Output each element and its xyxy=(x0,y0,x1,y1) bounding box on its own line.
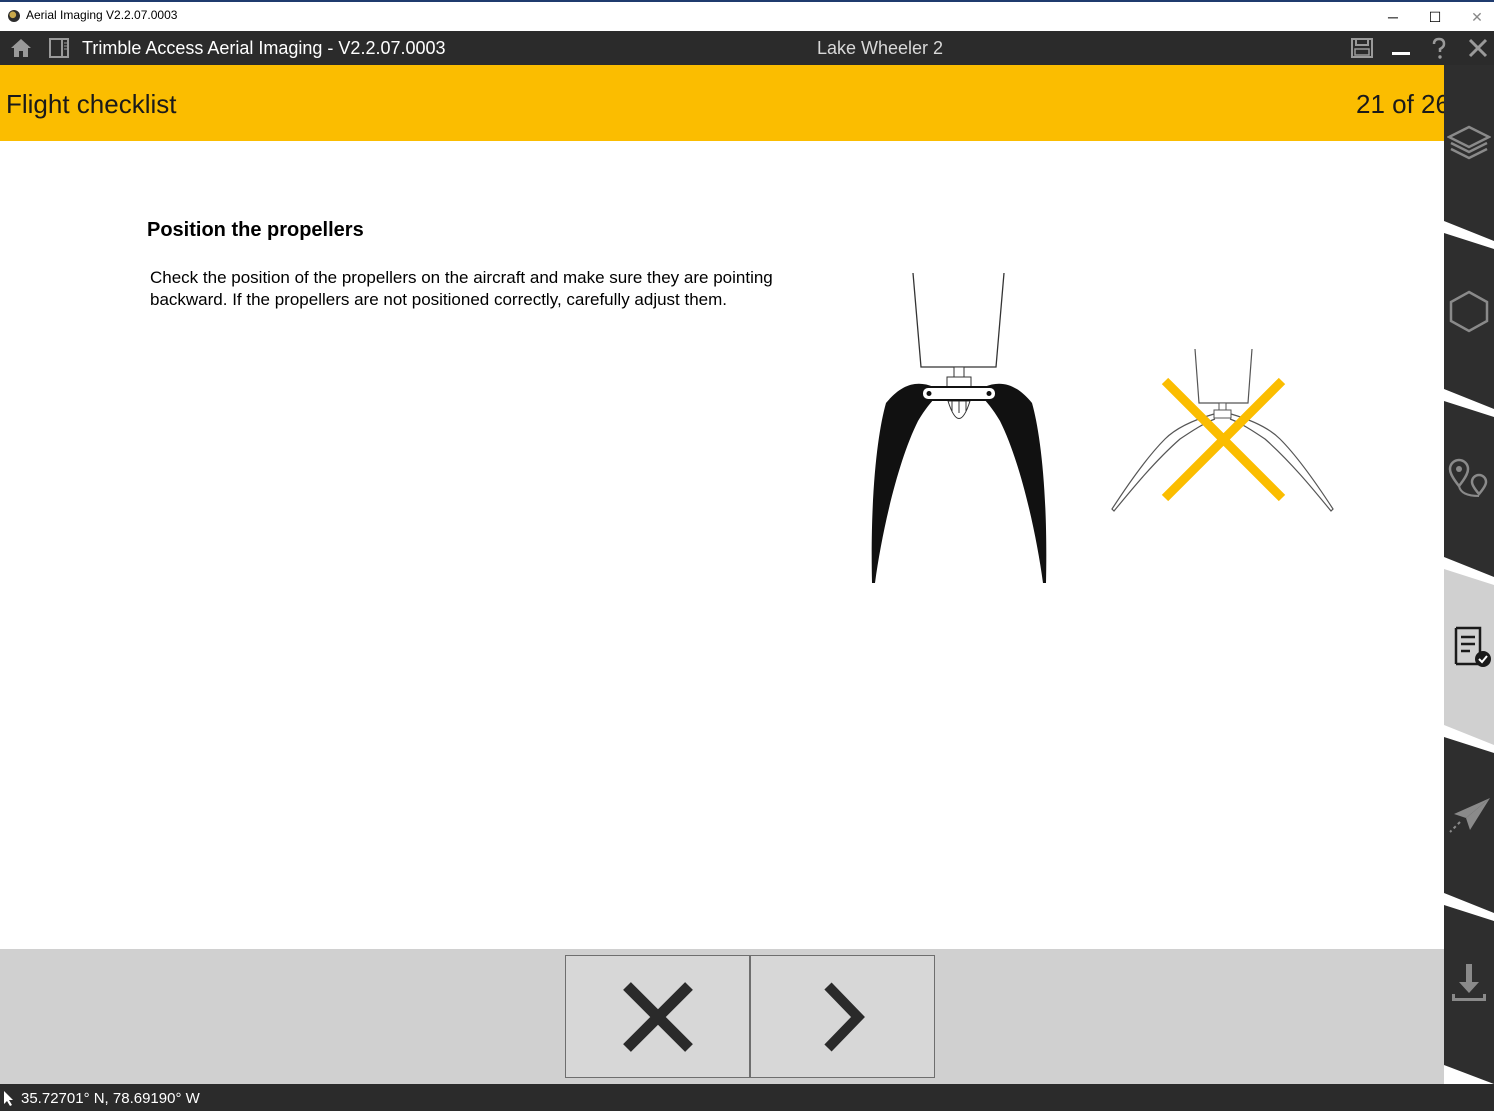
save-icon[interactable] xyxy=(1349,35,1375,61)
correct-propeller-icon xyxy=(871,272,1047,583)
sidebar-tab-checklist[interactable] xyxy=(1444,617,1494,677)
app-logo-icon xyxy=(8,10,20,22)
step-counter: 21 of 26 xyxy=(1356,89,1444,119)
chevron-right-icon xyxy=(823,982,865,1051)
sidebar-tab-area[interactable] xyxy=(1444,281,1494,341)
sidebar-tab-locations[interactable] xyxy=(1444,449,1494,509)
step-heading: Position the propellers xyxy=(147,219,364,241)
sidebar-tab-backgrounds xyxy=(1444,65,1494,1084)
cursor-coordinates: 35.72701° N, 78.69190° W xyxy=(21,1090,200,1107)
sidebar-tab-download[interactable] xyxy=(1444,953,1494,1013)
step-bar: Flight checklist 21 of 26 xyxy=(0,65,1444,141)
download-icon xyxy=(1452,964,1486,1001)
close-icon[interactable] xyxy=(1465,35,1491,61)
os-close-button[interactable]: ✕ xyxy=(1456,4,1494,30)
propeller-illustration xyxy=(871,272,1334,583)
minimize-icon[interactable] xyxy=(1388,35,1414,61)
status-bar: 35.72701° N, 78.69190° W xyxy=(0,1084,1494,1111)
cancel-button[interactable] xyxy=(565,955,750,1078)
os-window-title: Aerial Imaging V2.2.07.0003 xyxy=(26,8,178,22)
os-title-bar: Aerial Imaging V2.2.07.0003 ─ ☐ ✕ xyxy=(0,0,1494,31)
bottom-nav-bar xyxy=(0,949,1444,1084)
sidebar-tab-send[interactable] xyxy=(1444,785,1494,845)
location-pins-icon xyxy=(1448,458,1488,497)
send-icon xyxy=(1449,798,1490,833)
cursor-icon xyxy=(4,1091,13,1106)
sidebar-tab-layers[interactable] xyxy=(1444,115,1494,175)
project-name: Lake Wheeler 2 xyxy=(816,38,944,58)
checklist-icon xyxy=(1454,626,1491,667)
area-hexagon-icon xyxy=(1449,290,1489,333)
next-button[interactable] xyxy=(750,955,935,1078)
incorrect-propeller-icon xyxy=(1111,348,1334,512)
os-minimize-button[interactable]: ─ xyxy=(1372,4,1414,30)
app-title: Trimble Access Aerial Imaging - V2.2.07.… xyxy=(82,38,446,58)
x-icon xyxy=(622,981,693,1052)
help-icon[interactable] xyxy=(1426,35,1452,61)
home-icon[interactable] xyxy=(8,35,34,61)
app-header: Trimble Access Aerial Imaging - V2.2.07.… xyxy=(0,31,1494,65)
right-sidebar xyxy=(1444,65,1494,1084)
step-instructions: Check the position of the propellers on … xyxy=(150,268,773,309)
checklist-content: Position the propellers Check the positi… xyxy=(0,141,1444,949)
os-maximize-button[interactable]: ☐ xyxy=(1414,4,1456,30)
layers-icon xyxy=(1447,125,1491,160)
panel-toggle-icon[interactable] xyxy=(46,35,72,61)
step-title: Flight checklist xyxy=(6,89,177,119)
